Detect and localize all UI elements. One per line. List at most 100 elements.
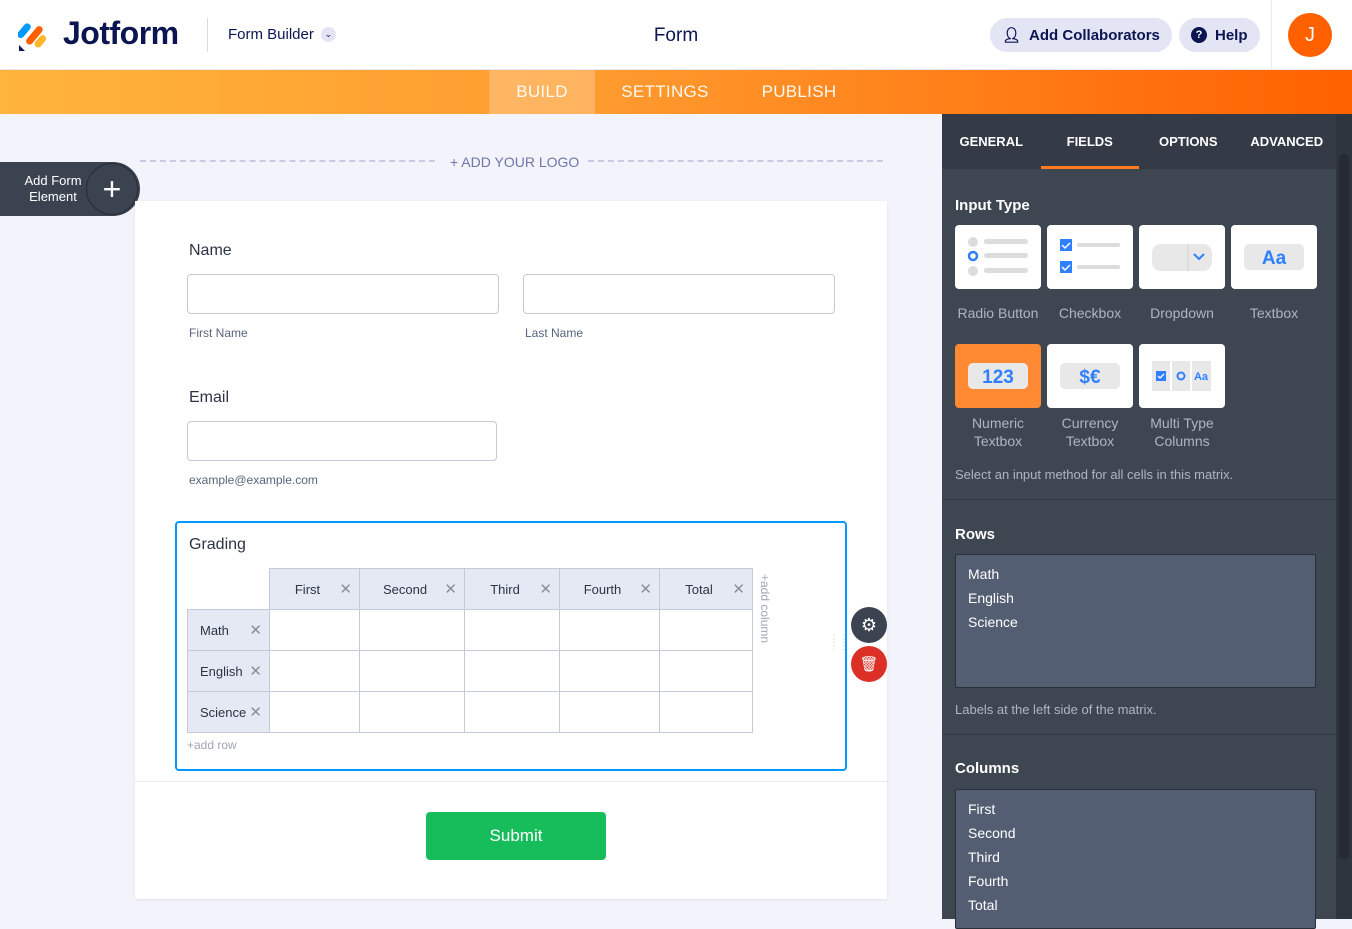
dropdown-option[interactable] bbox=[1139, 225, 1225, 289]
user-icon: 👤︎ bbox=[1002, 27, 1022, 44]
add-column-link[interactable]: +add column bbox=[758, 574, 772, 643]
matrix-cell[interactable] bbox=[464, 609, 560, 651]
option-label: Checkbox bbox=[1058, 305, 1122, 321]
first-name-input[interactable] bbox=[187, 274, 499, 314]
row-header[interactable]: English ✕ bbox=[187, 650, 270, 692]
matrix-cell[interactable] bbox=[559, 691, 660, 733]
brand-name[interactable]: Jotform bbox=[63, 15, 179, 52]
option-label: Dropdown bbox=[1150, 305, 1214, 321]
trash-icon[interactable]: 🗑︎ bbox=[851, 646, 887, 682]
radio-list-icon bbox=[967, 237, 1028, 276]
column-header[interactable]: Fourth ✕ bbox=[559, 568, 660, 610]
radio-button-option[interactable] bbox=[955, 225, 1041, 289]
drag-handle-icon[interactable]: ⋮⋮ ⋮⋮ bbox=[829, 635, 849, 652]
tab-fields[interactable]: FIELDS bbox=[1040, 114, 1139, 169]
email-input[interactable] bbox=[187, 421, 497, 461]
close-icon[interactable]: ✕ bbox=[249, 703, 262, 721]
help-label: Help bbox=[1215, 26, 1248, 44]
matrix-corner bbox=[187, 568, 270, 610]
row-value: Science bbox=[968, 614, 1018, 630]
tab-general[interactable]: GENERAL bbox=[942, 114, 1041, 169]
column-value: Fourth bbox=[968, 873, 1009, 889]
tab-build[interactable]: BUILD bbox=[489, 70, 595, 114]
close-icon[interactable]: ✕ bbox=[732, 580, 745, 598]
input-type-hint: Select an input method for all cells in … bbox=[955, 467, 1234, 482]
column-header[interactable]: Third ✕ bbox=[464, 568, 560, 610]
divider bbox=[135, 781, 887, 782]
columns-title: Columns bbox=[955, 760, 1020, 777]
column-value: First bbox=[968, 801, 996, 817]
numeric-textbox-option[interactable]: 123 bbox=[955, 344, 1041, 408]
help-button[interactable]: ? Help bbox=[1179, 18, 1260, 52]
matrix-cell[interactable] bbox=[359, 609, 465, 651]
matrix-cell[interactable] bbox=[659, 609, 753, 651]
column-header[interactable]: Total ✕ bbox=[659, 568, 753, 610]
rows-textarea[interactable]: Math English Science bbox=[955, 554, 1316, 688]
tab-settings[interactable]: SETTINGS bbox=[605, 70, 725, 114]
form-builder-dropdown[interactable]: Form Builder ⌄ bbox=[228, 26, 336, 43]
row-label: English bbox=[200, 663, 243, 679]
option-label: Currency Textbox bbox=[1061, 415, 1119, 449]
close-icon[interactable]: ✕ bbox=[249, 662, 262, 680]
matrix-cell[interactable] bbox=[659, 691, 753, 733]
matrix-cell[interactable] bbox=[464, 691, 560, 733]
table-row: English ✕ bbox=[187, 650, 753, 692]
svg-text:123: 123 bbox=[982, 367, 1014, 388]
scrollbar-thumb[interactable] bbox=[1339, 154, 1349, 859]
tab-advanced[interactable]: ADVANCED bbox=[1238, 114, 1337, 169]
matrix-cell[interactable] bbox=[269, 609, 360, 651]
add-collaborators-button[interactable]: 👤︎ Add Collaborators bbox=[990, 18, 1172, 52]
matrix-cell[interactable] bbox=[559, 650, 660, 692]
table-row: Science ✕ bbox=[187, 691, 753, 733]
logo-divider bbox=[588, 160, 883, 162]
currency-textbox-option[interactable]: $€ bbox=[1047, 344, 1133, 408]
add-logo-link[interactable]: + ADD YOUR LOGO bbox=[450, 154, 579, 170]
tab-options[interactable]: OPTIONS bbox=[1139, 114, 1238, 169]
last-name-input[interactable] bbox=[523, 274, 835, 314]
name-label: Name bbox=[189, 242, 232, 259]
checkbox-option[interactable] bbox=[1047, 225, 1133, 289]
column-header[interactable]: Second ✕ bbox=[359, 568, 465, 610]
matrix-cell[interactable] bbox=[464, 650, 560, 692]
matrix-cell[interactable] bbox=[269, 691, 360, 733]
plus-icon[interactable]: + bbox=[86, 163, 138, 215]
option-label: Multi Type Columns bbox=[1150, 415, 1214, 449]
add-form-element-button[interactable]: Add Form Element + bbox=[0, 162, 140, 216]
matrix-cell[interactable] bbox=[269, 650, 360, 692]
top-header: Jotform Form Builder ⌄ Form 👤︎ Add Collabo… bbox=[0, 0, 1352, 70]
submit-button[interactable]: Submit bbox=[426, 812, 606, 860]
add-form-element-label: Add Form Element bbox=[24, 173, 82, 204]
multi-type-columns-option[interactable]: Aa bbox=[1139, 344, 1225, 408]
email-label: Email bbox=[189, 389, 230, 406]
column-label: First bbox=[294, 581, 321, 597]
column-header[interactable]: First ✕ bbox=[269, 568, 360, 610]
gear-icon[interactable]: ⚙ bbox=[851, 607, 887, 643]
matrix-cell[interactable] bbox=[359, 691, 465, 733]
close-icon[interactable]: ✕ bbox=[339, 580, 352, 598]
close-icon[interactable]: ✕ bbox=[444, 580, 457, 598]
rows-title: Rows bbox=[955, 526, 996, 543]
row-header[interactable]: Math ✕ bbox=[187, 609, 270, 651]
form-builder-label: Form Builder bbox=[228, 26, 314, 43]
matrix-cell[interactable] bbox=[559, 609, 660, 651]
textbox-option[interactable]: Aa bbox=[1231, 225, 1317, 289]
add-row-link[interactable]: +add row bbox=[187, 738, 237, 752]
option-label: Numeric Textbox bbox=[971, 415, 1025, 449]
multi-type-icon: Aa bbox=[1152, 361, 1211, 391]
divider bbox=[942, 499, 1336, 500]
matrix-cell[interactable] bbox=[359, 650, 465, 692]
input-type-title: Input Type bbox=[955, 197, 1030, 214]
row-header[interactable]: Science ✕ bbox=[187, 691, 270, 733]
close-icon[interactable]: ✕ bbox=[539, 580, 552, 598]
option-label: Textbox bbox=[1249, 305, 1299, 321]
form-title[interactable]: Form bbox=[640, 25, 712, 47]
columns-textarea[interactable]: First Second Third Fourth Total bbox=[955, 789, 1316, 929]
avatar[interactable]: J bbox=[1288, 13, 1332, 57]
close-icon[interactable]: ✕ bbox=[639, 580, 652, 598]
tab-publish[interactable]: PUBLISH bbox=[745, 70, 853, 114]
divider bbox=[207, 18, 208, 52]
table-row: Math ✕ bbox=[187, 609, 753, 651]
close-icon[interactable]: ✕ bbox=[249, 621, 262, 639]
currency-icon: $€ bbox=[1060, 363, 1120, 389]
matrix-cell[interactable] bbox=[659, 650, 753, 692]
